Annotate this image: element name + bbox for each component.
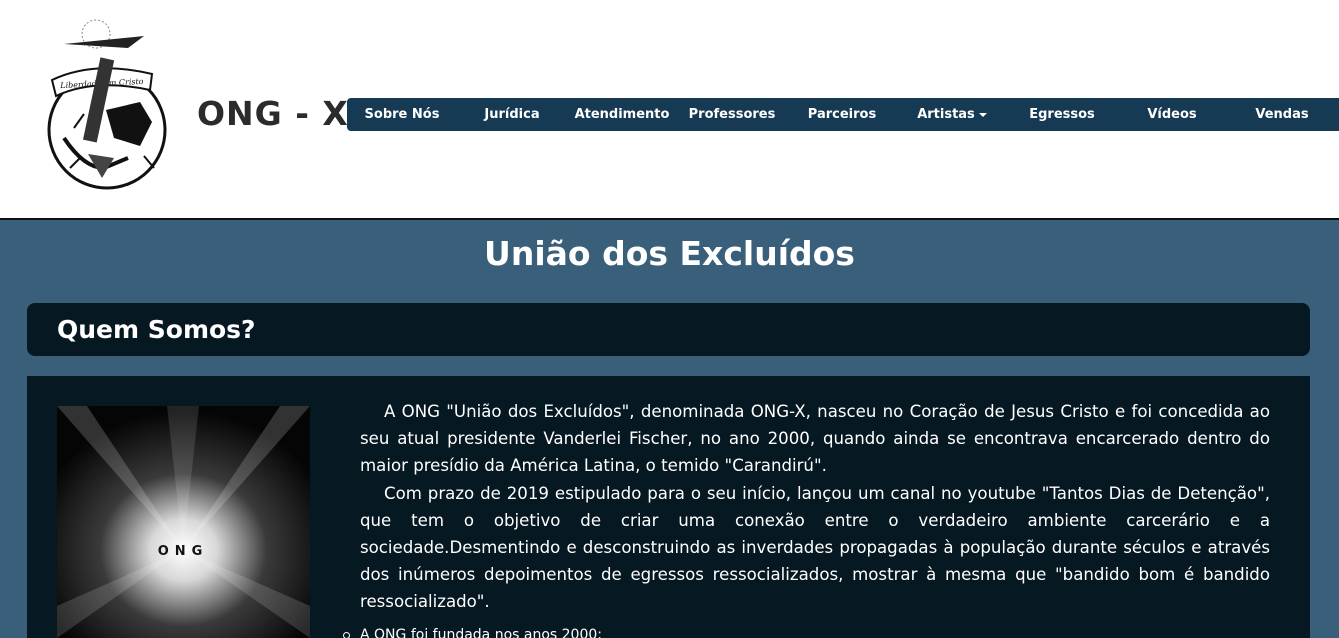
ong-light-burst-image: ONG	[57, 406, 310, 638]
section-header: Quem Somos?	[27, 303, 1310, 356]
nav-egressos[interactable]: Egressos	[1007, 107, 1117, 122]
nav-parceiros[interactable]: Parceiros	[787, 107, 897, 122]
ong-image-text: ONG	[158, 544, 209, 559]
bullet-circle-icon	[343, 631, 350, 638]
about-paragraph-1: A ONG "União dos Excluídos", denominada …	[360, 402, 1270, 476]
brand-title[interactable]: ONG - X	[197, 94, 349, 133]
caret-down-icon	[978, 112, 987, 117]
site-header: Liberdade em Cristo ONG - X Sobre Nós Ju…	[0, 0, 1339, 220]
about-panel: ONG A ONG "União dos Excluídos", denomin…	[27, 376, 1310, 638]
nav-professores[interactable]: Professores	[677, 107, 787, 122]
nav-atendimento[interactable]: Atendimento	[567, 107, 677, 122]
about-text: A ONG "União dos Excluídos", denominada …	[360, 398, 1270, 616]
nav-artistas-label: Artistas	[917, 107, 975, 122]
about-paragraph-2: Com prazo de 2019 estipulado para o seu …	[360, 483, 1270, 612]
section-title: Quem Somos?	[57, 315, 256, 344]
page-title: União dos Excluídos	[484, 234, 855, 273]
main-navbar: Sobre Nós Jurídica Atendimento Professor…	[347, 98, 1339, 131]
list-item: A ONG foi fundada nos anos 2000;	[343, 627, 602, 638]
nav-juridica[interactable]: Jurídica	[457, 107, 567, 122]
logo-shackle-emblem-icon[interactable]: Liberdade em Cristo	[44, 18, 170, 200]
nav-artistas-dropdown[interactable]: Artistas	[897, 107, 1007, 122]
nav-videos[interactable]: Vídeos	[1117, 107, 1227, 122]
list-item-text: A ONG foi fundada nos anos 2000;	[360, 627, 602, 638]
nav-sobre-nos[interactable]: Sobre Nós	[347, 107, 457, 122]
nav-vendas[interactable]: Vendas	[1227, 107, 1337, 122]
